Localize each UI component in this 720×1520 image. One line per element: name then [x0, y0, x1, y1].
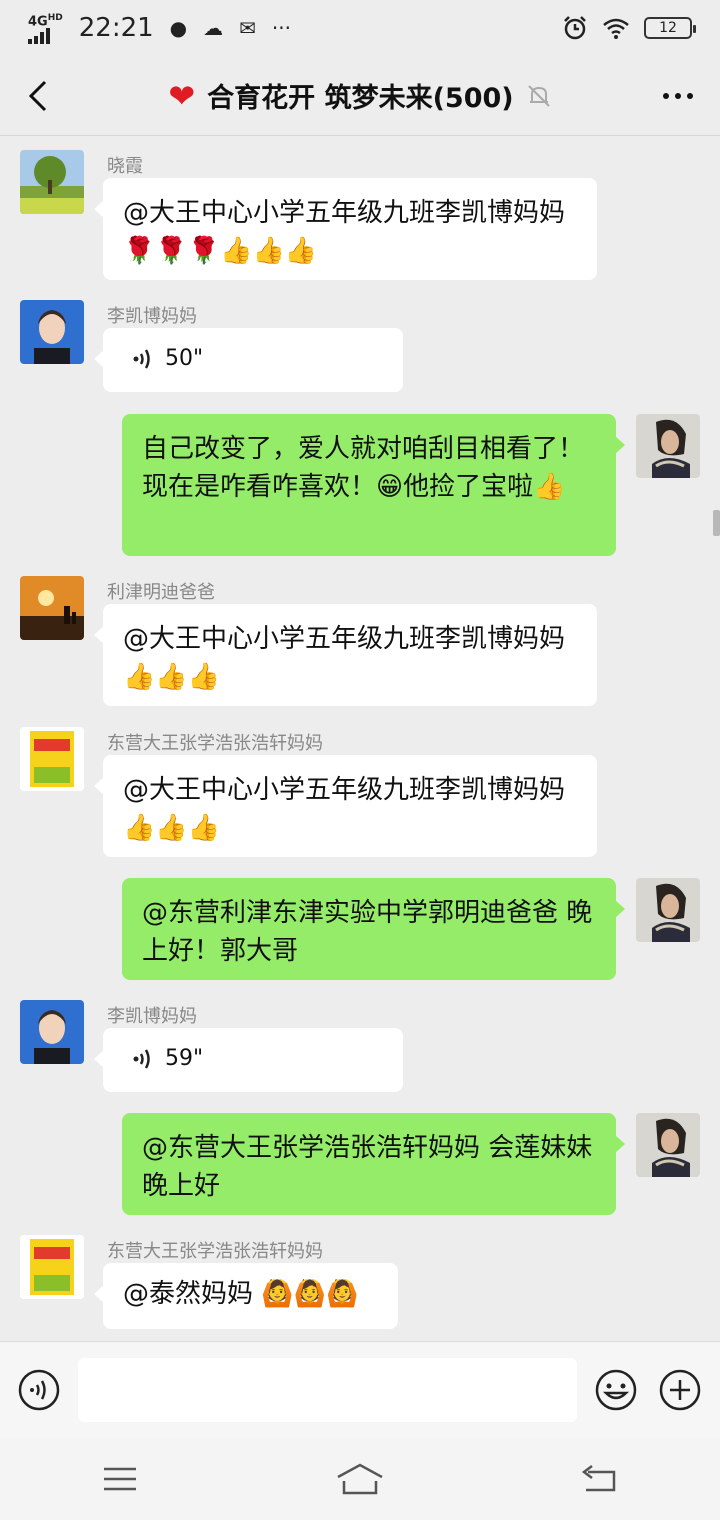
more-button[interactable] [658, 76, 698, 116]
voice-input-icon [18, 1369, 60, 1411]
message-bubble[interactable]: @泰然妈妈 🙆🙆🙆 [94, 1263, 398, 1329]
network-indicator: 4GHD [28, 12, 63, 45]
input-bar [0, 1341, 720, 1437]
chat-header: ❤ 合育花开 筑梦未来(500) [0, 56, 720, 136]
chat-area[interactable]: 晓霞 @大王中心小学五年级九班李凯博妈妈 🌹🌹🌹👍👍👍 李凯博妈妈 50" 自己… [0, 137, 720, 1341]
message-bubble[interactable]: 自己改变了，爱人就对咱刮目相看了！现在是咋看咋喜欢！😁他捡了宝啦👍 [122, 414, 625, 556]
cloud-icon: ☁ [203, 15, 224, 40]
message-bubble[interactable]: @东营大王张学浩张浩轩妈妈 会莲妹妹晚上好 [122, 1113, 625, 1215]
home-icon [337, 1463, 383, 1494]
home-button[interactable] [330, 1459, 390, 1499]
message-text: @大王中心小学五年级九班李凯博妈妈 🌹🌹🌹👍👍👍 [123, 198, 566, 266]
avatar[interactable] [20, 727, 84, 791]
plus-icon [659, 1369, 701, 1411]
back-arrow-icon [28, 80, 47, 112]
sender-name: 晓霞 [107, 156, 143, 177]
avatar[interactable] [20, 300, 84, 364]
message-bubble[interactable]: @大王中心小学五年级九班李凯博妈妈 👍👍👍 [94, 755, 597, 857]
emoji-button[interactable] [594, 1368, 638, 1412]
back-nav-button[interactable] [570, 1459, 630, 1499]
more-dots-icon [663, 93, 693, 99]
network-type: 4G [28, 14, 48, 30]
wifi-icon [603, 18, 629, 39]
message-text: @大王中心小学五年级九班李凯博妈妈 👍👍👍 [123, 775, 566, 843]
avatar[interactable] [20, 1000, 84, 1064]
signal-icon [28, 28, 63, 45]
avatar[interactable] [20, 150, 84, 214]
voice-duration: 50" [165, 346, 204, 371]
avatar[interactable] [636, 414, 700, 478]
voice-icon [133, 1049, 150, 1069]
mail-icon: ✉ [239, 15, 256, 40]
voice-icon [133, 349, 150, 369]
message-text: 自己改变了，爱人就对咱刮目相看了！现在是咋看咋喜欢！😁他捡了宝啦👍 [142, 434, 585, 502]
clock: 22:21 [78, 12, 154, 43]
back-button[interactable] [18, 76, 58, 116]
avatar[interactable] [20, 576, 84, 640]
sender-name: 利津明迪爸爸 [107, 582, 215, 603]
message-text: @东营利津东津实验中学郭明迪爸爸 晚上好！郭大哥 [142, 898, 593, 966]
planet-icon: ● [169, 15, 188, 40]
avatar[interactable] [636, 1113, 700, 1177]
menu-button[interactable] [90, 1459, 150, 1499]
back-nav-icon [581, 1464, 616, 1491]
sender-name: 李凯博妈妈 [107, 306, 197, 327]
sender-name: 李凯博妈妈 [107, 1006, 197, 1027]
avatar[interactable] [20, 1235, 84, 1299]
voice-input-button[interactable] [17, 1368, 61, 1412]
alarm-icon [564, 16, 586, 40]
page-title: 合育花开 筑梦未来(500) [207, 83, 514, 114]
more-notifications-icon: ··· [271, 15, 291, 40]
avatar[interactable] [636, 878, 700, 942]
voice-message-bubble[interactable]: 59" [94, 1028, 403, 1092]
message-text: @东营大王张学浩张浩轩妈妈 会莲妹妹晚上好 [142, 1133, 593, 1201]
message-bubble[interactable]: @大王中心小学五年级九班李凯博妈妈 👍👍👍 [94, 604, 597, 706]
emoji-icon [595, 1369, 637, 1411]
battery-level: 12 [659, 20, 677, 36]
menu-icon [104, 1467, 136, 1490]
battery-icon: 12 [644, 17, 696, 39]
message-bubble[interactable]: @大王中心小学五年级九班李凯博妈妈 🌹🌹🌹👍👍👍 [94, 178, 597, 280]
message-text: @大王中心小学五年级九班李凯博妈妈 👍👍👍 [123, 624, 566, 692]
voice-message-bubble[interactable]: 50" [94, 328, 403, 392]
scrollbar[interactable] [713, 510, 720, 536]
voice-duration: 59" [165, 1046, 204, 1071]
bell-muted-icon [527, 84, 550, 107]
sender-name: 东营大王张学浩张浩轩妈妈 [107, 733, 323, 754]
heart-icon: ❤ [168, 76, 196, 115]
network-hd: HD [47, 12, 63, 23]
status-bar: 4GHD 22:21 ● ☁ ✉ ··· 12 [0, 0, 720, 56]
message-bubble[interactable]: @东营利津东津实验中学郭明迪爸爸 晚上好！郭大哥 [122, 878, 625, 980]
system-navigation-bar [0, 1437, 720, 1520]
sender-name: 东营大王张学浩张浩轩妈妈 [107, 1241, 323, 1262]
message-text: @泰然妈妈 🙆🙆🙆 [123, 1279, 359, 1309]
message-input[interactable] [78, 1358, 577, 1422]
plus-button[interactable] [658, 1368, 702, 1412]
